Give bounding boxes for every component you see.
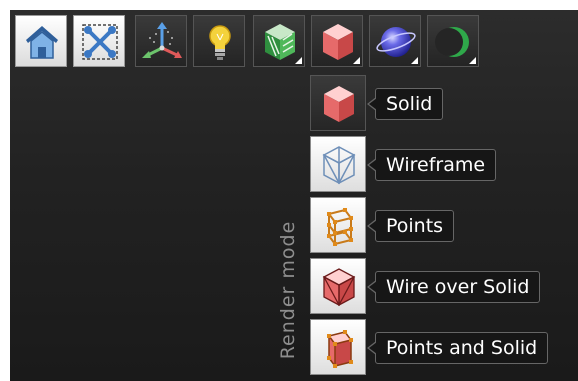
render-mode-solid-button[interactable] — [310, 75, 366, 131]
home-icon — [26, 26, 58, 59]
crescent-button[interactable] — [427, 15, 479, 67]
render-mode-button[interactable] — [311, 15, 363, 67]
sphere-button[interactable] — [369, 15, 421, 67]
tooltip-points-and-solid: Points and Solid — [366, 332, 549, 364]
tooltip-wire-over-solid: Wire over Solid — [366, 271, 541, 303]
home-button[interactable] — [15, 15, 67, 67]
dropdown-corner-icon — [469, 57, 476, 64]
solid-cube-icon — [324, 86, 354, 122]
tooltip-wireframe: Wireframe — [366, 149, 497, 181]
wireframe-cube-icon — [322, 146, 356, 185]
lightbulb-icon — [209, 25, 231, 60]
render-mode-label: Render mode — [277, 220, 299, 360]
render-mode-wireframe-button[interactable] — [310, 136, 366, 192]
axes-icon — [142, 22, 182, 58]
render-mode-wire-over-solid-button[interactable] — [310, 258, 366, 314]
dropdown-corner-icon — [353, 57, 360, 64]
tooltip-solid: Solid — [366, 88, 444, 120]
tooltip-points: Points — [366, 210, 455, 242]
dropdown-corner-icon — [295, 57, 302, 64]
points-and-solid-icon — [327, 330, 353, 368]
light-button[interactable] — [193, 15, 245, 67]
fit-view-button[interactable] — [73, 15, 125, 67]
render-mode-points-and-solid-button[interactable] — [310, 319, 366, 375]
points-cube-icon — [327, 208, 353, 246]
render-mode-points-button[interactable] — [310, 197, 366, 253]
fit-view-icon — [82, 24, 118, 60]
shading-button[interactable] — [253, 15, 305, 67]
wire-over-solid-icon — [322, 268, 356, 307]
dropdown-corner-icon — [411, 57, 418, 64]
axes-button[interactable] — [135, 15, 187, 67]
